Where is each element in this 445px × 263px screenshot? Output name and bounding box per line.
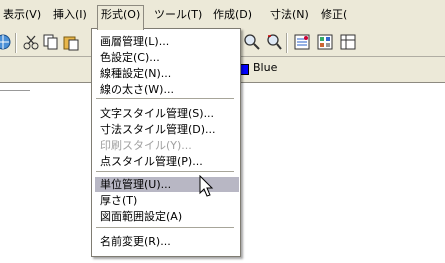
menu-item-layer[interactable]: 画層管理(L)... [100, 34, 234, 49]
menu-item-units[interactable]: 単位管理(U)... [95, 177, 239, 192]
menu-item-lineweight[interactable]: 線の太さ(W)... [100, 82, 234, 97]
toolbar-separator [15, 33, 17, 53]
menu-separator [96, 98, 234, 99]
drawing-line [0, 90, 30, 91]
toolbar-separator [286, 33, 288, 53]
color-dropdown-value[interactable]: Blue [253, 61, 277, 74]
menu-bar: 表示(V) 挿入(I) 形式(O) ツール(T) 作成(D) 寸法(N) 修正( [0, 0, 445, 30]
menu-item-plot-style: 印刷スタイル(Y)... [100, 139, 192, 152]
menu-modify[interactable]: 修正( [318, 6, 350, 23]
menu-insert[interactable]: 挿入(I) [50, 6, 90, 23]
menu-draw[interactable]: 作成(D) [210, 6, 255, 23]
globe-icon[interactable] [0, 33, 12, 51]
menu-view[interactable]: 表示(V) [0, 6, 44, 23]
menu-dimension[interactable]: 寸法(N) [267, 6, 312, 23]
zoom-icon[interactable] [243, 33, 261, 51]
zoom-previous-icon[interactable] [265, 33, 283, 51]
menu-separator [96, 227, 234, 228]
menu-item-rename[interactable]: 名前変更(R)... [100, 234, 234, 249]
menu-item-point-style[interactable]: 点スタイル管理(P)... [100, 154, 234, 169]
menu-item-linetype[interactable]: 線種設定(N)... [100, 66, 234, 81]
menu-item-drawing-limits[interactable]: 図面範囲設定(A) [100, 209, 234, 224]
properties-icon[interactable] [293, 33, 311, 51]
menu-separator [96, 171, 234, 172]
menu-item-dimension-style[interactable]: 寸法スタイル管理(D)... [100, 122, 234, 137]
menu-item-color[interactable]: 色設定(C)... [100, 50, 234, 65]
format-menu: 画層管理(L)... 色設定(C)... 線種設定(N)... 線の太さ(W).… [91, 28, 241, 257]
copy-icon[interactable] [42, 33, 60, 51]
mouse-pointer-icon [199, 175, 214, 197]
tool-palette-icon[interactable] [339, 33, 357, 51]
cut-icon[interactable] [22, 33, 40, 51]
menu-tools[interactable]: ツール(T) [151, 6, 205, 23]
menu-item-text-style[interactable]: 文字スタイル管理(S)... [100, 106, 234, 121]
menu-format[interactable]: 形式(O) [97, 5, 145, 30]
paste-icon[interactable] [62, 33, 80, 51]
design-center-icon[interactable] [316, 33, 334, 51]
